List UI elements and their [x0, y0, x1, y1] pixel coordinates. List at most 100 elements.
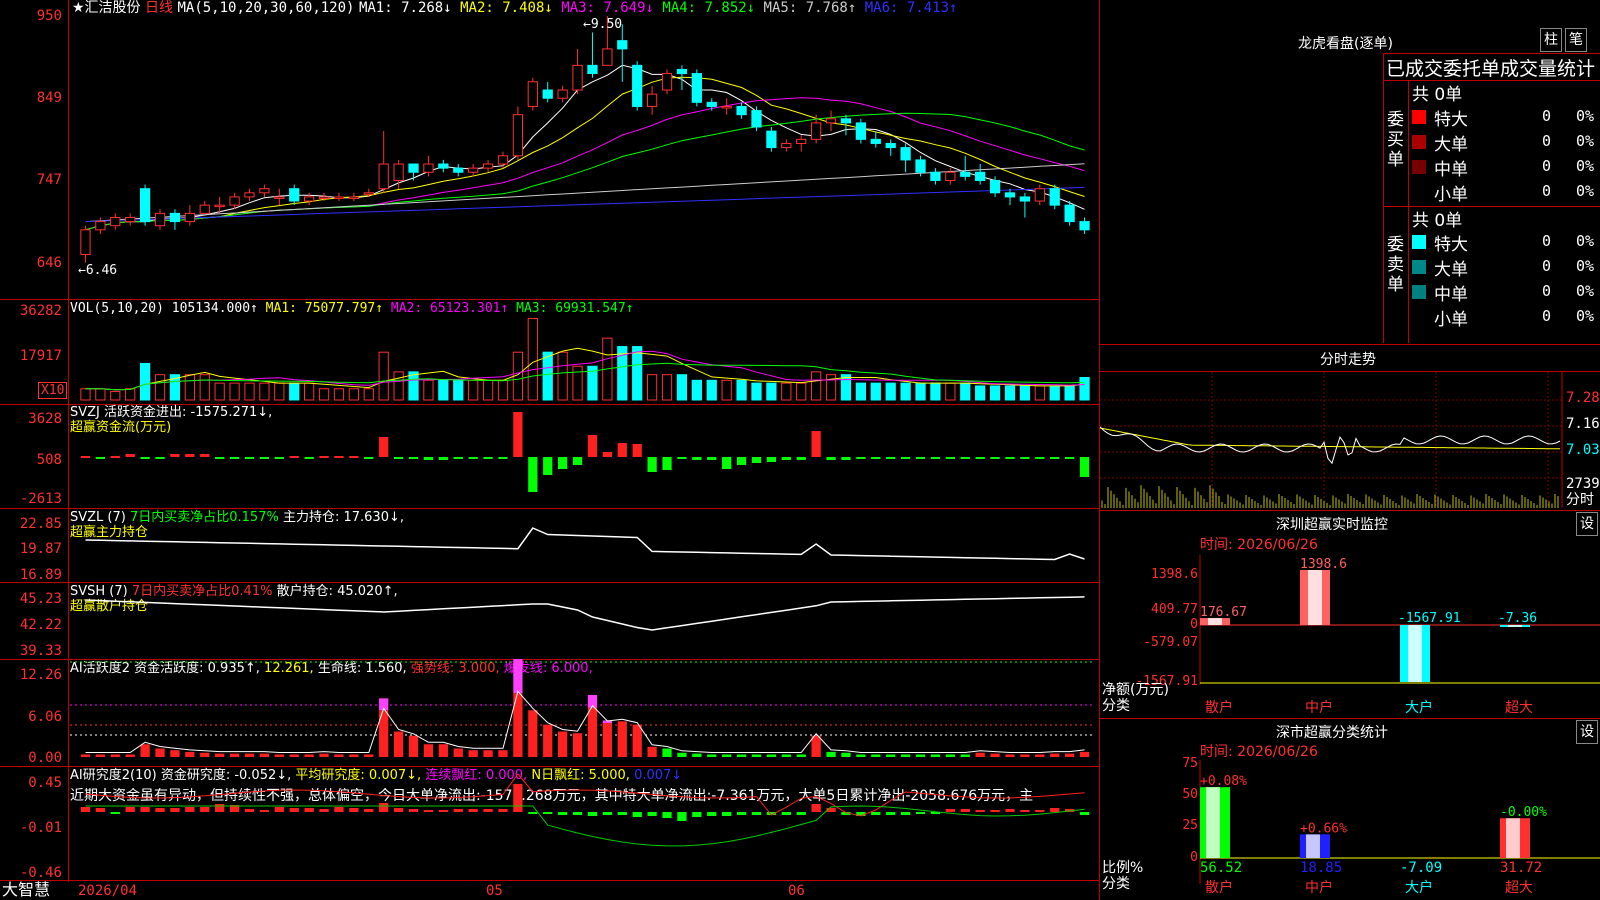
svzj-bar: [408, 457, 419, 459]
svsh-chart[interactable]: [0, 582, 1100, 659]
candle-body: [169, 212, 181, 223]
fs-axis-1: 7.16: [1566, 416, 1600, 432]
svzj-bar: [692, 457, 702, 460]
volume-bar: [408, 371, 419, 401]
divider: [1383, 53, 1384, 343]
sz-settings-button[interactable]: 设: [1576, 512, 1598, 536]
svzj-bar: [140, 457, 150, 459]
ai2-bar: [423, 810, 434, 812]
month-06: 06: [788, 883, 805, 899]
svzj-bar: [930, 457, 941, 459]
ai1-bar: [886, 754, 896, 757]
ai1-bar: [930, 754, 941, 757]
ai2-bar: [244, 809, 255, 812]
volume-bar: [1049, 385, 1060, 401]
ss-settings-button[interactable]: 设: [1576, 720, 1598, 744]
bar-mode-button[interactable]: 柱: [1540, 28, 1562, 52]
candle-body: [989, 179, 1001, 194]
tick-mode-button[interactable]: 笔: [1565, 28, 1587, 52]
candle-body: [318, 196, 330, 199]
ai1-bar: [80, 754, 91, 757]
svzl-chart[interactable]: [0, 508, 1100, 582]
svzj-bar: [513, 412, 523, 457]
candle-body: [438, 163, 449, 169]
sz-bar-chart[interactable]: 176.67 1398.6 -1567.91 -7.36: [1100, 555, 1600, 695]
svzj-bar: [80, 456, 91, 458]
sell-row-name: 特大: [1434, 235, 1468, 255]
main-chart-area[interactable]: ★汇洁股份 日线 MA(5,10,20,30,60,120) MA1: 7.26…: [0, 0, 1100, 900]
ai1-bar: [334, 754, 344, 757]
ss-bar-delta: +0.08%: [1200, 774, 1247, 789]
ma-line-4: [85, 112, 1085, 231]
ai1-bar: [975, 752, 985, 757]
ai1-bar: [155, 748, 165, 757]
volume-bar: [975, 385, 986, 401]
candle-body: [572, 64, 583, 91]
ai2-bar: [1050, 808, 1060, 812]
ai1-bar: [751, 754, 762, 757]
candle-body: [781, 142, 792, 149]
svzj-bar: [826, 457, 836, 460]
volume-bar: [348, 388, 359, 401]
svzj-chart[interactable]: [0, 404, 1100, 508]
ai2-chart[interactable]: [0, 766, 1100, 880]
ss-time: 时间: 2026/06/26: [1200, 744, 1318, 760]
candle-body: [468, 167, 479, 173]
candle-body: [870, 138, 881, 144]
ai2-bar: [528, 812, 538, 814]
buy-row-pct: 0%: [1576, 107, 1595, 125]
volume-bar: [378, 351, 389, 401]
ai2-bar: [453, 809, 463, 812]
svzj-bar: [871, 457, 881, 459]
candlestick-chart[interactable]: ←9.50 ←6.46: [0, 0, 1100, 300]
volume-bar: [125, 388, 136, 401]
volume-bar: [497, 379, 509, 401]
divider: [1408, 80, 1409, 343]
candle-body: [1049, 188, 1060, 206]
svzj-bar: [900, 457, 911, 459]
svzj-bar: [364, 457, 374, 459]
sz-category-label: 中户: [1305, 700, 1333, 716]
ai2-bar: [722, 812, 732, 816]
volume-bar: [1079, 377, 1090, 401]
ai1-bar: [393, 731, 404, 757]
divider: [0, 880, 1100, 881]
ai1-bar: [572, 733, 583, 757]
volume-bar: [751, 382, 762, 401]
sz-bar-shine: [1308, 570, 1322, 625]
volume-bar: [989, 385, 1001, 401]
sell-swatch: [1412, 235, 1426, 249]
svzj-bar: [766, 457, 777, 462]
svzj-bar: [1035, 457, 1045, 459]
ai1-bar: [781, 754, 791, 757]
intraday-chart[interactable]: [1100, 372, 1600, 510]
volume-bar: [393, 371, 404, 401]
volume-chart[interactable]: [0, 300, 1100, 404]
fs-title: 分时走势: [1320, 352, 1376, 368]
ai1-chart[interactable]: [0, 659, 1100, 766]
ss-category-label: 超大: [1505, 880, 1533, 896]
ai2-bar: [572, 812, 583, 815]
ma-line-3: [85, 97, 1085, 231]
svzj-bar: [483, 457, 493, 459]
ai2-bar: [781, 812, 791, 815]
fs-unit: 分时: [1566, 492, 1594, 508]
candle-body: [274, 196, 285, 199]
sell-row-value: 0: [1542, 282, 1552, 300]
volume-bar: [453, 379, 464, 401]
ai1-bar: [349, 754, 359, 757]
candle-body: [602, 48, 613, 66]
svzj-bar: [722, 457, 732, 469]
ai1-bar: [558, 731, 568, 757]
svzj-bar: [423, 457, 434, 460]
ss-bar-chart[interactable]: +0.08% 56.52 +0.66% 18.85 -7.09 -0.00% 31.72: [1100, 760, 1600, 900]
ai1-bar: [319, 753, 329, 757]
ai1-bar: [453, 748, 463, 757]
candle-body: [348, 196, 359, 199]
ai1-bar: [528, 710, 538, 757]
candle-body: [751, 110, 762, 128]
sell-row-pct: 0%: [1576, 257, 1595, 275]
sz-bar-shine: [1408, 625, 1422, 682]
candle-body: [1079, 221, 1090, 231]
ai1-bar: [900, 754, 911, 757]
